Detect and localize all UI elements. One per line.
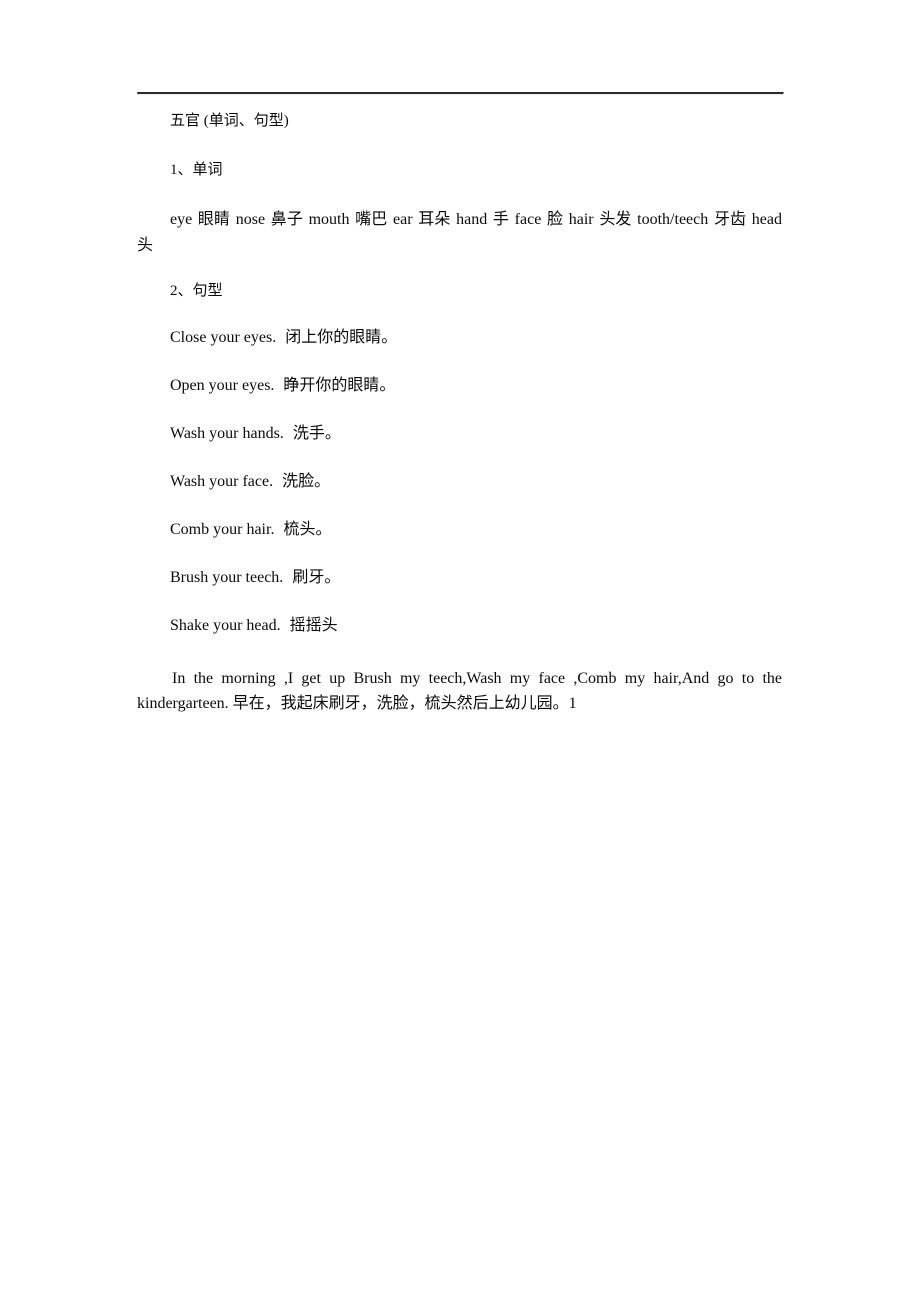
document-page: 五官 (单词、句型) 1、单词 eye 眼睛 nose 鼻子 mouth 嘴巴 …	[0, 0, 920, 1302]
vocabulary-word-list: eye 眼睛 nose 鼻子 mouth 嘴巴 ear 耳朵 hand 手 fa…	[137, 211, 782, 254]
sentence-chinese: 刷牙。	[292, 569, 341, 586]
list-item: Brush your teech. 刷牙。	[170, 568, 782, 616]
sentence-english: Shake your head.	[170, 617, 281, 634]
list-item: Shake your head. 摇摇头	[170, 616, 782, 664]
sentence-english: Comb your hair.	[170, 521, 275, 538]
section-heading-sentence-patterns: 2、句型	[170, 283, 223, 299]
sentence-chinese: 洗手。	[292, 425, 341, 442]
list-item: Wash your hands. 洗手。	[170, 424, 782, 472]
sentence-english: Open your eyes.	[170, 377, 275, 394]
list-item: Open your eyes. 睁开你的眼睛。	[170, 376, 782, 424]
sentence-pattern-list: Close your eyes. 闭上你的眼睛。 Open your eyes.…	[170, 328, 782, 664]
list-item: Wash your face. 洗脸。	[170, 472, 782, 520]
list-item: Comb your hair. 梳头。	[170, 520, 782, 568]
sentence-chinese: 洗脸。	[282, 473, 331, 490]
sentence-chinese: 梳头。	[283, 521, 332, 538]
section-heading-words: 1、单词	[170, 162, 223, 178]
closing-paragraph: In the morning ,I get up Brush my teech,…	[137, 670, 782, 712]
header-divider-rule	[137, 92, 784, 95]
list-item: Close your eyes. 闭上你的眼睛。	[170, 328, 782, 376]
sentence-english: Wash your face.	[170, 473, 274, 490]
sentence-chinese: 睁开你的眼睛。	[283, 377, 396, 394]
sentence-english: Close your eyes.	[170, 329, 277, 346]
sentence-chinese: 摇摇头	[289, 617, 338, 634]
sentence-chinese: 闭上你的眼睛。	[285, 329, 398, 346]
sentence-english: Wash your hands.	[170, 425, 284, 442]
sentence-english: Brush your teech.	[170, 569, 284, 586]
page-title: 五官 (单词、句型)	[170, 113, 289, 129]
